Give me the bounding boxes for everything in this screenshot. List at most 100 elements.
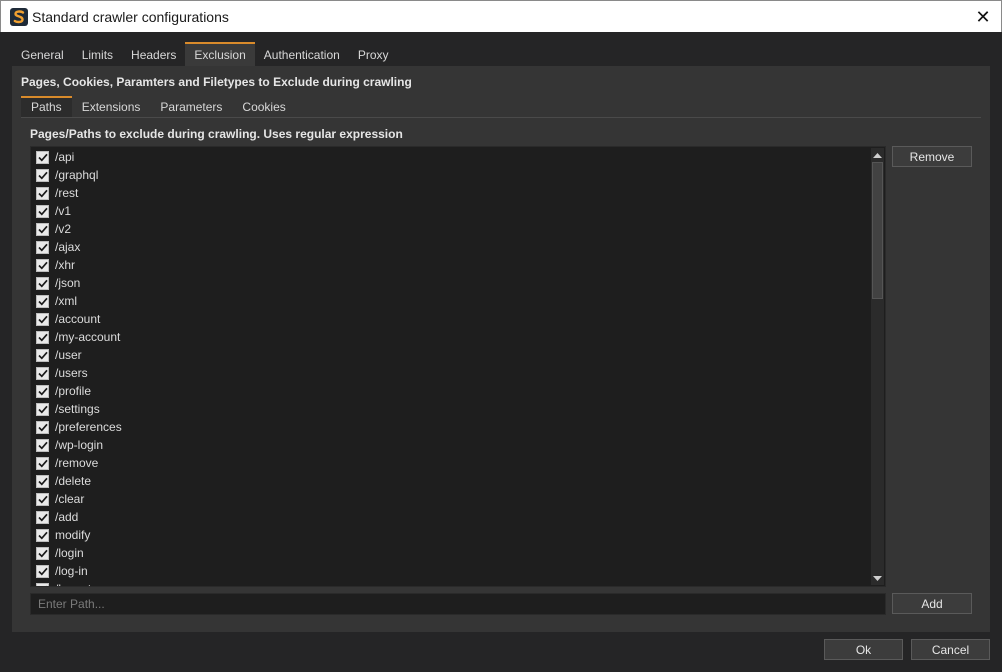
checkbox[interactable] [36, 348, 49, 362]
list-item[interactable]: /logout [31, 580, 873, 586]
list-item[interactable]: /preferences [31, 418, 873, 436]
checkbox[interactable] [36, 312, 49, 326]
checkbox[interactable] [36, 330, 49, 344]
list-item-label: /account [55, 312, 101, 326]
checkbox[interactable] [36, 276, 49, 290]
list-item[interactable]: /xml [31, 292, 873, 310]
list-item[interactable]: modify [31, 526, 873, 544]
paths-list[interactable]: /api/graphql/rest/v1/v2/ajax/xhr/json/xm… [30, 146, 886, 587]
sub-tab-bar: Paths Extensions Parameters Cookies [21, 96, 296, 118]
checkbox[interactable] [36, 294, 49, 308]
scroll-down-icon[interactable] [871, 572, 884, 585]
list-item[interactable]: /xhr [31, 256, 873, 274]
paths-list-items: /api/graphql/rest/v1/v2/ajax/xhr/json/xm… [31, 148, 873, 586]
tab-general[interactable]: General [12, 42, 73, 66]
checkbox[interactable] [36, 546, 49, 560]
vertical-scrollbar[interactable] [871, 148, 884, 585]
list-item-label: /clear [55, 492, 85, 506]
list-item[interactable]: /v1 [31, 202, 873, 220]
checkbox[interactable] [36, 582, 49, 586]
checkbox[interactable] [36, 168, 49, 182]
checkbox[interactable] [36, 438, 49, 452]
checkbox[interactable] [36, 258, 49, 272]
list-item-label: /xml [55, 294, 77, 308]
checkbox[interactable] [36, 402, 49, 416]
list-item-label: /rest [55, 186, 79, 200]
checkbox[interactable] [36, 186, 49, 200]
tab-paths[interactable]: Paths [21, 96, 72, 118]
list-item[interactable]: /user [31, 346, 873, 364]
checkbox[interactable] [36, 384, 49, 398]
list-item[interactable]: /api [31, 148, 873, 166]
checkbox[interactable] [36, 510, 49, 524]
add-button[interactable]: Add [892, 593, 972, 614]
list-item[interactable]: /delete [31, 472, 873, 490]
scroll-up-icon[interactable] [871, 148, 884, 161]
tab-exclusion[interactable]: Exclusion [185, 42, 255, 66]
checkbox[interactable] [36, 222, 49, 236]
section-title: Pages, Cookies, Paramters and Filetypes … [21, 75, 412, 89]
checkbox[interactable] [36, 420, 49, 434]
list-item-label: /users [55, 366, 88, 380]
tab-parameters[interactable]: Parameters [150, 96, 232, 118]
path-input[interactable] [30, 593, 886, 615]
list-item-label: /add [55, 510, 79, 524]
tab-limits[interactable]: Limits [73, 42, 122, 66]
list-item-label: /profile [55, 384, 92, 398]
list-item[interactable]: /graphql [31, 166, 873, 184]
tab-extensions[interactable]: Extensions [72, 96, 151, 118]
list-item[interactable]: /settings [31, 400, 873, 418]
checkbox[interactable] [36, 528, 49, 542]
list-item[interactable]: /my-account [31, 328, 873, 346]
list-item-label: /user [55, 348, 82, 362]
close-icon[interactable]: ✕ [971, 5, 995, 29]
list-item[interactable]: /json [31, 274, 873, 292]
checkbox[interactable] [36, 366, 49, 380]
list-item-label: /api [55, 150, 75, 164]
checkbox[interactable] [36, 564, 49, 578]
checkbox[interactable] [36, 474, 49, 488]
checkbox[interactable] [36, 240, 49, 254]
checkbox[interactable] [36, 150, 49, 164]
app-logo-icon [10, 7, 28, 26]
list-item-label: /delete [55, 474, 92, 488]
list-item-label: /json [55, 276, 81, 290]
list-item[interactable]: /account [31, 310, 873, 328]
list-item[interactable]: /ajax [31, 238, 873, 256]
checkbox[interactable] [36, 204, 49, 218]
list-item[interactable]: /wp-login [31, 436, 873, 454]
tab-authentication[interactable]: Authentication [255, 42, 349, 66]
list-item[interactable]: /users [31, 364, 873, 382]
ok-button[interactable]: Ok [824, 639, 903, 660]
tab-headers[interactable]: Headers [122, 42, 185, 66]
list-item[interactable]: /v2 [31, 220, 873, 238]
list-item[interactable]: /clear [31, 490, 873, 508]
tab-cookies[interactable]: Cookies [232, 96, 295, 118]
list-item-label: /v1 [55, 204, 72, 218]
list-item-label: /remove [55, 456, 99, 470]
list-item-label: /logout [55, 582, 91, 586]
title-bar: Standard crawler configurations ✕ [0, 0, 1002, 32]
list-item-label: /preferences [55, 420, 122, 434]
cancel-button[interactable]: Cancel [911, 639, 990, 660]
remove-button[interactable]: Remove [892, 146, 972, 167]
list-item[interactable]: /profile [31, 382, 873, 400]
exclusion-panel: Pages, Cookies, Paramters and Filetypes … [12, 66, 990, 632]
scroll-thumb[interactable] [872, 162, 883, 299]
list-item[interactable]: /login [31, 544, 873, 562]
divider [21, 117, 981, 118]
list-item-label: /login [55, 546, 84, 560]
list-item-label: /v2 [55, 222, 72, 236]
checkbox[interactable] [36, 492, 49, 506]
list-item-label: modify [55, 528, 91, 542]
checkbox[interactable] [36, 456, 49, 470]
list-item[interactable]: /add [31, 508, 873, 526]
list-item[interactable]: /remove [31, 454, 873, 472]
list-item-label: /log-in [55, 564, 88, 578]
list-item[interactable]: /log-in [31, 562, 873, 580]
list-item[interactable]: /rest [31, 184, 873, 202]
tab-proxy[interactable]: Proxy [349, 42, 398, 66]
list-item-label: /my-account [55, 330, 121, 344]
list-item-label: /graphql [55, 168, 99, 182]
window-title: Standard crawler configurations [32, 8, 229, 25]
